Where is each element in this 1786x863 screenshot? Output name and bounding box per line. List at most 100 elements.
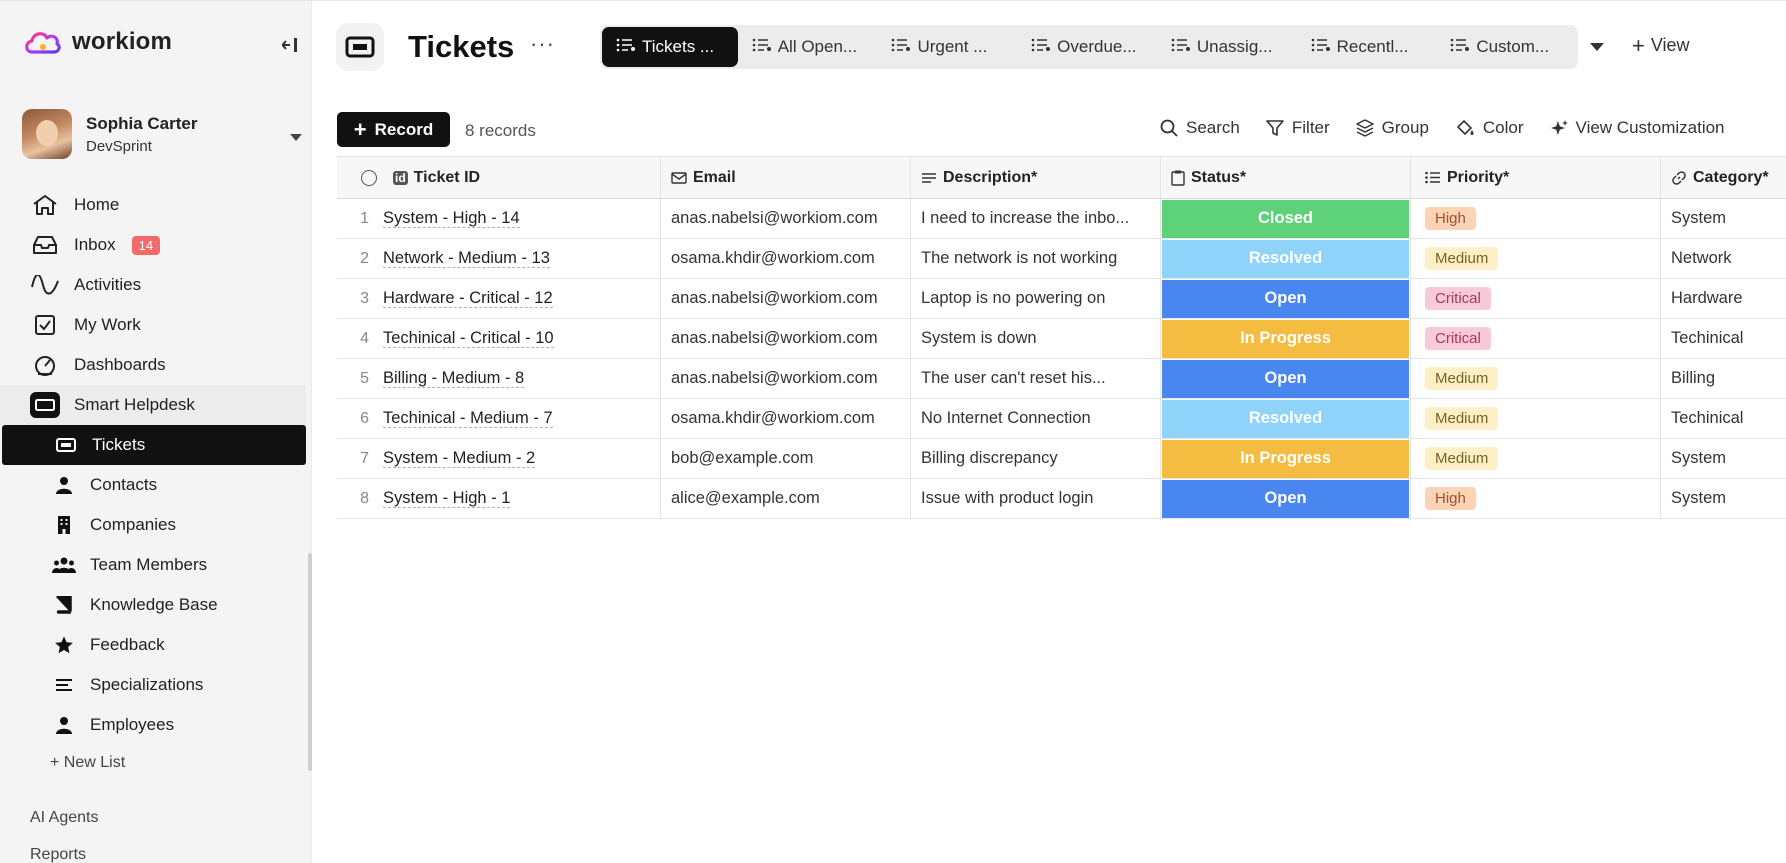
category-cell[interactable]: Techinical (1661, 319, 1786, 358)
new-list-button[interactable]: + New List (0, 745, 310, 781)
nav-mywork[interactable]: My Work (0, 305, 310, 345)
view-tab[interactable]: Tickets ... (602, 27, 738, 67)
priority-cell[interactable]: Medium (1411, 399, 1661, 438)
ticket-id-cell[interactable]: 3 Hardware - Critical - 12 (337, 279, 661, 318)
email-cell[interactable]: osama.khdir@workiom.com (661, 399, 911, 438)
ticket-id-cell[interactable]: 5 Billing - Medium - 8 (337, 359, 661, 398)
table-row[interactable]: 2 Network - Medium - 13 osama.khdir@workio… (337, 239, 1786, 279)
priority-cell[interactable]: Medium (1411, 439, 1661, 478)
more-options-icon[interactable]: ··· (530, 31, 555, 57)
select-all-checkbox[interactable] (361, 169, 377, 186)
description-cell[interactable]: System is down (911, 319, 1161, 358)
nav-app-smart-helpdesk[interactable]: Smart Helpdesk (0, 385, 306, 425)
description-cell[interactable]: No Internet Connection (911, 399, 1161, 438)
description-cell[interactable]: The user can't reset his... (911, 359, 1161, 398)
ticket-id-link[interactable]: Billing - Medium - 8 (383, 369, 525, 388)
email-cell[interactable]: bob@example.com (661, 439, 911, 478)
filter-button[interactable]: Filter (1266, 118, 1330, 138)
status-cell[interactable]: Resolved (1161, 239, 1411, 278)
table-row[interactable]: 3 Hardware - Critical - 12 anas.nabelsi@wo… (337, 279, 1786, 319)
status-cell[interactable]: In Progress (1161, 319, 1411, 358)
table-row[interactable]: 6 Techinical - Medium - 7 osama.khdir@work… (337, 399, 1786, 439)
table-row[interactable]: 8 System - High - 1 alice@example.com Issue… (337, 479, 1786, 519)
status-cell[interactable]: Resolved (1161, 399, 1411, 438)
email-cell[interactable]: osama.khdir@workiom.com (661, 239, 911, 278)
view-customization-button[interactable]: View Customization (1550, 118, 1725, 138)
email-cell[interactable]: anas.nabelsi@workiom.com (661, 279, 911, 318)
ticket-id-cell[interactable]: 8 System - High - 1 (337, 479, 661, 518)
view-tab[interactable]: Custom... (1436, 27, 1576, 67)
column-header-status[interactable]: Status* (1161, 157, 1411, 198)
brand[interactable]: workiom (24, 27, 172, 57)
priority-cell[interactable]: High (1411, 479, 1661, 518)
category-cell[interactable]: Hardware (1661, 279, 1786, 318)
ticket-id-link[interactable]: Hardware - Critical - 12 (383, 289, 553, 308)
ticket-id-link[interactable]: Network - Medium - 13 (383, 249, 550, 268)
description-cell[interactable]: Laptop is no powering on (911, 279, 1161, 318)
ticket-id-cell[interactable]: 2 Network - Medium - 13 (337, 239, 661, 278)
ticket-id-link[interactable]: System - High - 14 (383, 209, 520, 228)
email-cell[interactable]: anas.nabelsi@workiom.com (661, 319, 911, 358)
column-header-email[interactable]: Email (661, 157, 911, 198)
view-tab[interactable]: Urgent ... (877, 27, 1017, 67)
description-cell[interactable]: I need to increase the inbo... (911, 199, 1161, 238)
sidebar-item-specializations[interactable]: Specializations (0, 665, 310, 705)
table-row[interactable]: 4 Techinical - Critical - 10 anas.nabelsi@… (337, 319, 1786, 359)
sidebar-item-companies[interactable]: Companies (0, 505, 310, 545)
nav-reports[interactable]: Reports (0, 836, 310, 863)
add-view-button[interactable]: + View (1632, 34, 1690, 56)
collapse-sidebar-icon[interactable] (280, 35, 302, 55)
ticket-id-link[interactable]: System - High - 1 (383, 489, 511, 508)
category-cell[interactable]: System (1661, 439, 1786, 478)
description-cell[interactable]: The network is not working (911, 239, 1161, 278)
category-cell[interactable]: System (1661, 199, 1786, 238)
priority-cell[interactable]: High (1411, 199, 1661, 238)
ticket-id-cell[interactable]: 4 Techinical - Critical - 10 (337, 319, 661, 358)
sidebar-scrollbar[interactable] (308, 553, 312, 771)
column-header-description[interactable]: Description* (911, 157, 1161, 198)
priority-cell[interactable]: Critical (1411, 319, 1661, 358)
category-cell[interactable]: Billing (1661, 359, 1786, 398)
status-cell[interactable]: Closed (1161, 199, 1411, 238)
nav-dashboards[interactable]: Dashboards (0, 345, 310, 385)
nav-ai-agents[interactable]: AI Agents (0, 799, 310, 836)
table-row[interactable]: 1 System - High - 14 anas.nabelsi@workiom.… (337, 199, 1786, 239)
table-row[interactable]: 7 System - Medium - 2 bob@example.com Billi… (337, 439, 1786, 479)
column-header-category[interactable]: Category* (1661, 157, 1786, 198)
chevron-down-icon[interactable] (1590, 39, 1604, 57)
add-record-button[interactable]: + Record (337, 112, 450, 147)
description-cell[interactable]: Issue with product login (911, 479, 1161, 518)
email-cell[interactable]: anas.nabelsi@workiom.com (661, 359, 911, 398)
email-cell[interactable]: anas.nabelsi@workiom.com (661, 199, 911, 238)
view-tab[interactable]: Overdue... (1017, 27, 1157, 67)
column-header-ticket-id[interactable]: id Ticket ID (337, 157, 661, 198)
priority-cell[interactable]: Medium (1411, 359, 1661, 398)
view-tab[interactable]: Recentl... (1297, 27, 1437, 67)
status-cell[interactable]: Open (1161, 279, 1411, 318)
nav-activities[interactable]: Activities (0, 265, 310, 305)
search-button[interactable]: Search (1160, 118, 1240, 138)
ticket-id-link[interactable]: System - Medium - 2 (383, 449, 536, 468)
ticket-id-cell[interactable]: 6 Techinical - Medium - 7 (337, 399, 661, 438)
column-header-priority[interactable]: Priority* (1411, 157, 1661, 198)
status-cell[interactable]: Open (1161, 479, 1411, 518)
sidebar-item-feedback[interactable]: Feedback (0, 625, 310, 665)
chevron-down-icon[interactable] (290, 129, 302, 147)
priority-cell[interactable]: Critical (1411, 279, 1661, 318)
status-cell[interactable]: Open (1161, 359, 1411, 398)
ticket-id-cell[interactable]: 7 System - Medium - 2 (337, 439, 661, 478)
ticket-id-link[interactable]: Techinical - Medium - 7 (383, 409, 553, 428)
sidebar-item-team-members[interactable]: Team Members (0, 545, 310, 585)
category-cell[interactable]: Network (1661, 239, 1786, 278)
group-button[interactable]: Group (1355, 118, 1429, 138)
sidebar-item-employees[interactable]: Employees (0, 705, 310, 745)
nav-home[interactable]: Home (0, 185, 310, 225)
category-cell[interactable]: System (1661, 479, 1786, 518)
sidebar-item-contacts[interactable]: Contacts (0, 465, 310, 505)
category-cell[interactable]: Techinical (1661, 399, 1786, 438)
table-row[interactable]: 5 Billing - Medium - 8 anas.nabelsi@workio… (337, 359, 1786, 399)
nav-inbox[interactable]: Inbox 14 (0, 225, 310, 265)
priority-cell[interactable]: Medium (1411, 239, 1661, 278)
description-cell[interactable]: Billing discrepancy (911, 439, 1161, 478)
sidebar-item-tickets[interactable]: Tickets (2, 425, 306, 465)
